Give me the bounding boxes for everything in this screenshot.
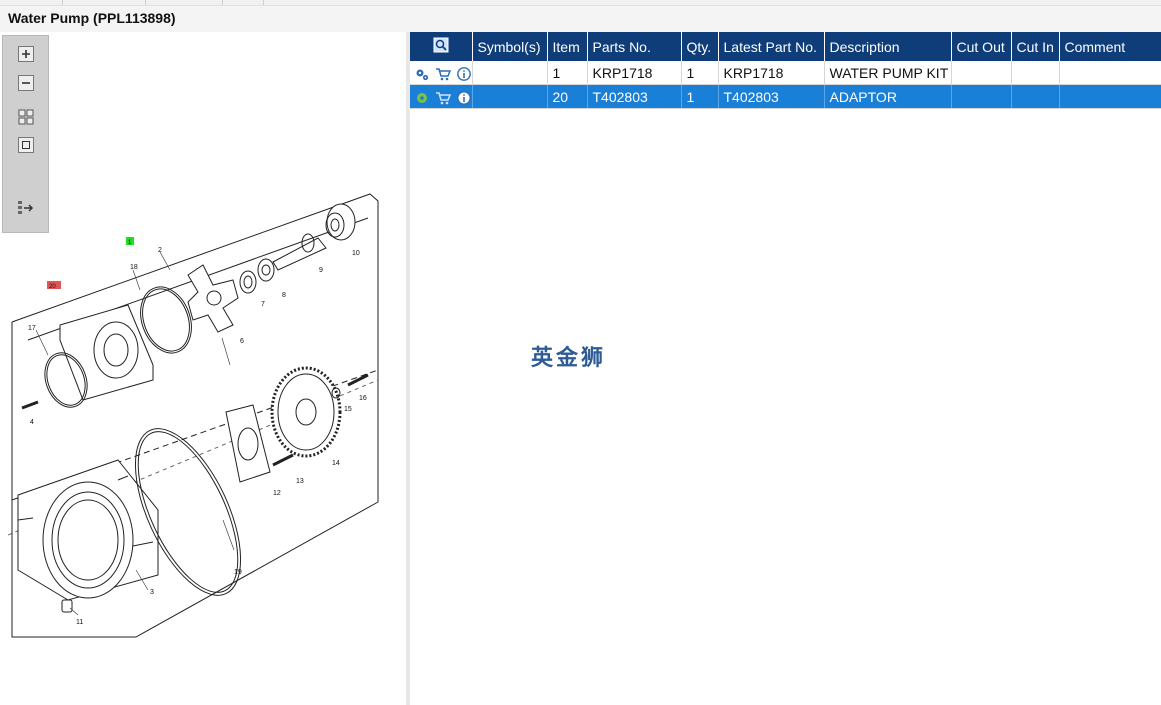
cell-item: 20 <box>547 84 588 109</box>
title-bar: Water Pump (PPL113898) <box>0 6 1161 32</box>
callout-20[interactable]: 20 <box>49 284 56 290</box>
gears-icon[interactable] <box>415 67 429 81</box>
cell-qty: 1 <box>681 84 719 109</box>
cell-description: WATER PUMP KIT <box>824 61 952 85</box>
table-row[interactable]: 1 KRP1718 1 KRP1718 WATER PUMP KIT <box>410 61 1161 85</box>
callout-11[interactable]: 11 <box>76 619 83 626</box>
column-header-latest-part-no[interactable]: Latest Part No. <box>718 32 825 61</box>
cell-latest-part-no: KRP1718 <box>718 61 825 85</box>
cell-description: ADAPTOR <box>824 84 952 109</box>
pane-splitter[interactable] <box>406 32 410 705</box>
cell-comment <box>1059 61 1161 85</box>
cell-comment <box>1059 84 1161 109</box>
cell-symbols <box>472 84 548 109</box>
cell-symbols <box>472 61 548 85</box>
callout-10[interactable]: 10 <box>352 250 360 257</box>
grid-view-icon <box>18 109 34 125</box>
callout-14[interactable]: 14 <box>332 460 340 467</box>
column-header-item[interactable]: Item <box>547 32 588 61</box>
callout-8[interactable]: 8 <box>282 292 286 299</box>
column-header-comment[interactable]: Comment <box>1059 32 1161 61</box>
grid-header-row: Symbol(s) Item Parts No. Qty. Latest Par… <box>410 32 1161 61</box>
zoom-in-button[interactable] <box>17 45 35 63</box>
gear-icon[interactable] <box>415 91 429 105</box>
cart-icon[interactable] <box>435 67 451 81</box>
callout-13[interactable]: 13 <box>296 478 304 485</box>
callout-19[interactable]: 19 <box>234 569 242 576</box>
callout-3[interactable]: 3 <box>150 589 154 596</box>
cell-latest-part-no: T402803 <box>718 84 825 109</box>
cell-qty: 1 <box>681 61 719 85</box>
callout-18[interactable]: 18 <box>130 264 138 271</box>
exploded-parts-diagram[interactable]: 2 3 4 6 7 8 9 10 11 12 13 14 15 16 17 18… <box>8 190 383 640</box>
callout-12[interactable]: 12 <box>273 490 281 497</box>
callout-4[interactable]: 4 <box>30 419 34 426</box>
zoom-out-button[interactable] <box>17 74 35 92</box>
info-icon[interactable] <box>456 66 471 81</box>
watermark-logo: 英金狮 <box>531 346 607 371</box>
row-actions <box>410 61 473 85</box>
info-icon[interactable] <box>456 90 471 105</box>
fit-window-button[interactable] <box>17 136 35 154</box>
callout-2[interactable]: 2 <box>158 247 162 254</box>
cell-parts-no: T402803 <box>587 84 682 109</box>
callout-15[interactable]: 15 <box>344 406 352 413</box>
column-header-qty[interactable]: Qty. <box>681 32 719 61</box>
column-header-description[interactable]: Description <box>824 32 952 61</box>
cell-cut-in <box>1011 84 1060 109</box>
callout-16[interactable]: 16 <box>359 395 367 402</box>
parts-grid: Symbol(s) Item Parts No. Qty. Latest Par… <box>410 32 1161 109</box>
callout-7[interactable]: 7 <box>261 301 265 308</box>
row-actions <box>410 84 473 109</box>
callout-9[interactable]: 9 <box>319 267 323 274</box>
cell-cut-out <box>951 61 1012 85</box>
cart-icon[interactable] <box>435 91 451 105</box>
table-row-selected[interactable]: 20 T402803 1 T402803 ADAPTOR <box>410 84 1161 109</box>
callout-17[interactable]: 17 <box>28 325 36 332</box>
page-title: Water Pump (PPL113898) <box>8 10 176 26</box>
zoom-out-icon <box>18 75 34 91</box>
search-list-icon <box>433 37 449 53</box>
fit-all-button[interactable] <box>17 108 35 126</box>
column-header-cut-in[interactable]: Cut In <box>1011 32 1060 61</box>
cell-item: 1 <box>547 61 588 85</box>
cell-cut-out <box>951 84 1012 109</box>
cell-cut-in <box>1011 61 1060 85</box>
zoom-in-icon <box>18 46 34 62</box>
column-header-parts-no[interactable]: Parts No. <box>587 32 682 61</box>
cell-parts-no: KRP1718 <box>587 61 682 85</box>
callout-6[interactable]: 6 <box>240 338 244 345</box>
column-header-symbols[interactable]: Symbol(s) <box>472 32 548 61</box>
column-header-cut-out[interactable]: Cut Out <box>951 32 1012 61</box>
column-header-icons[interactable] <box>410 32 473 61</box>
fit-window-icon <box>18 137 34 153</box>
